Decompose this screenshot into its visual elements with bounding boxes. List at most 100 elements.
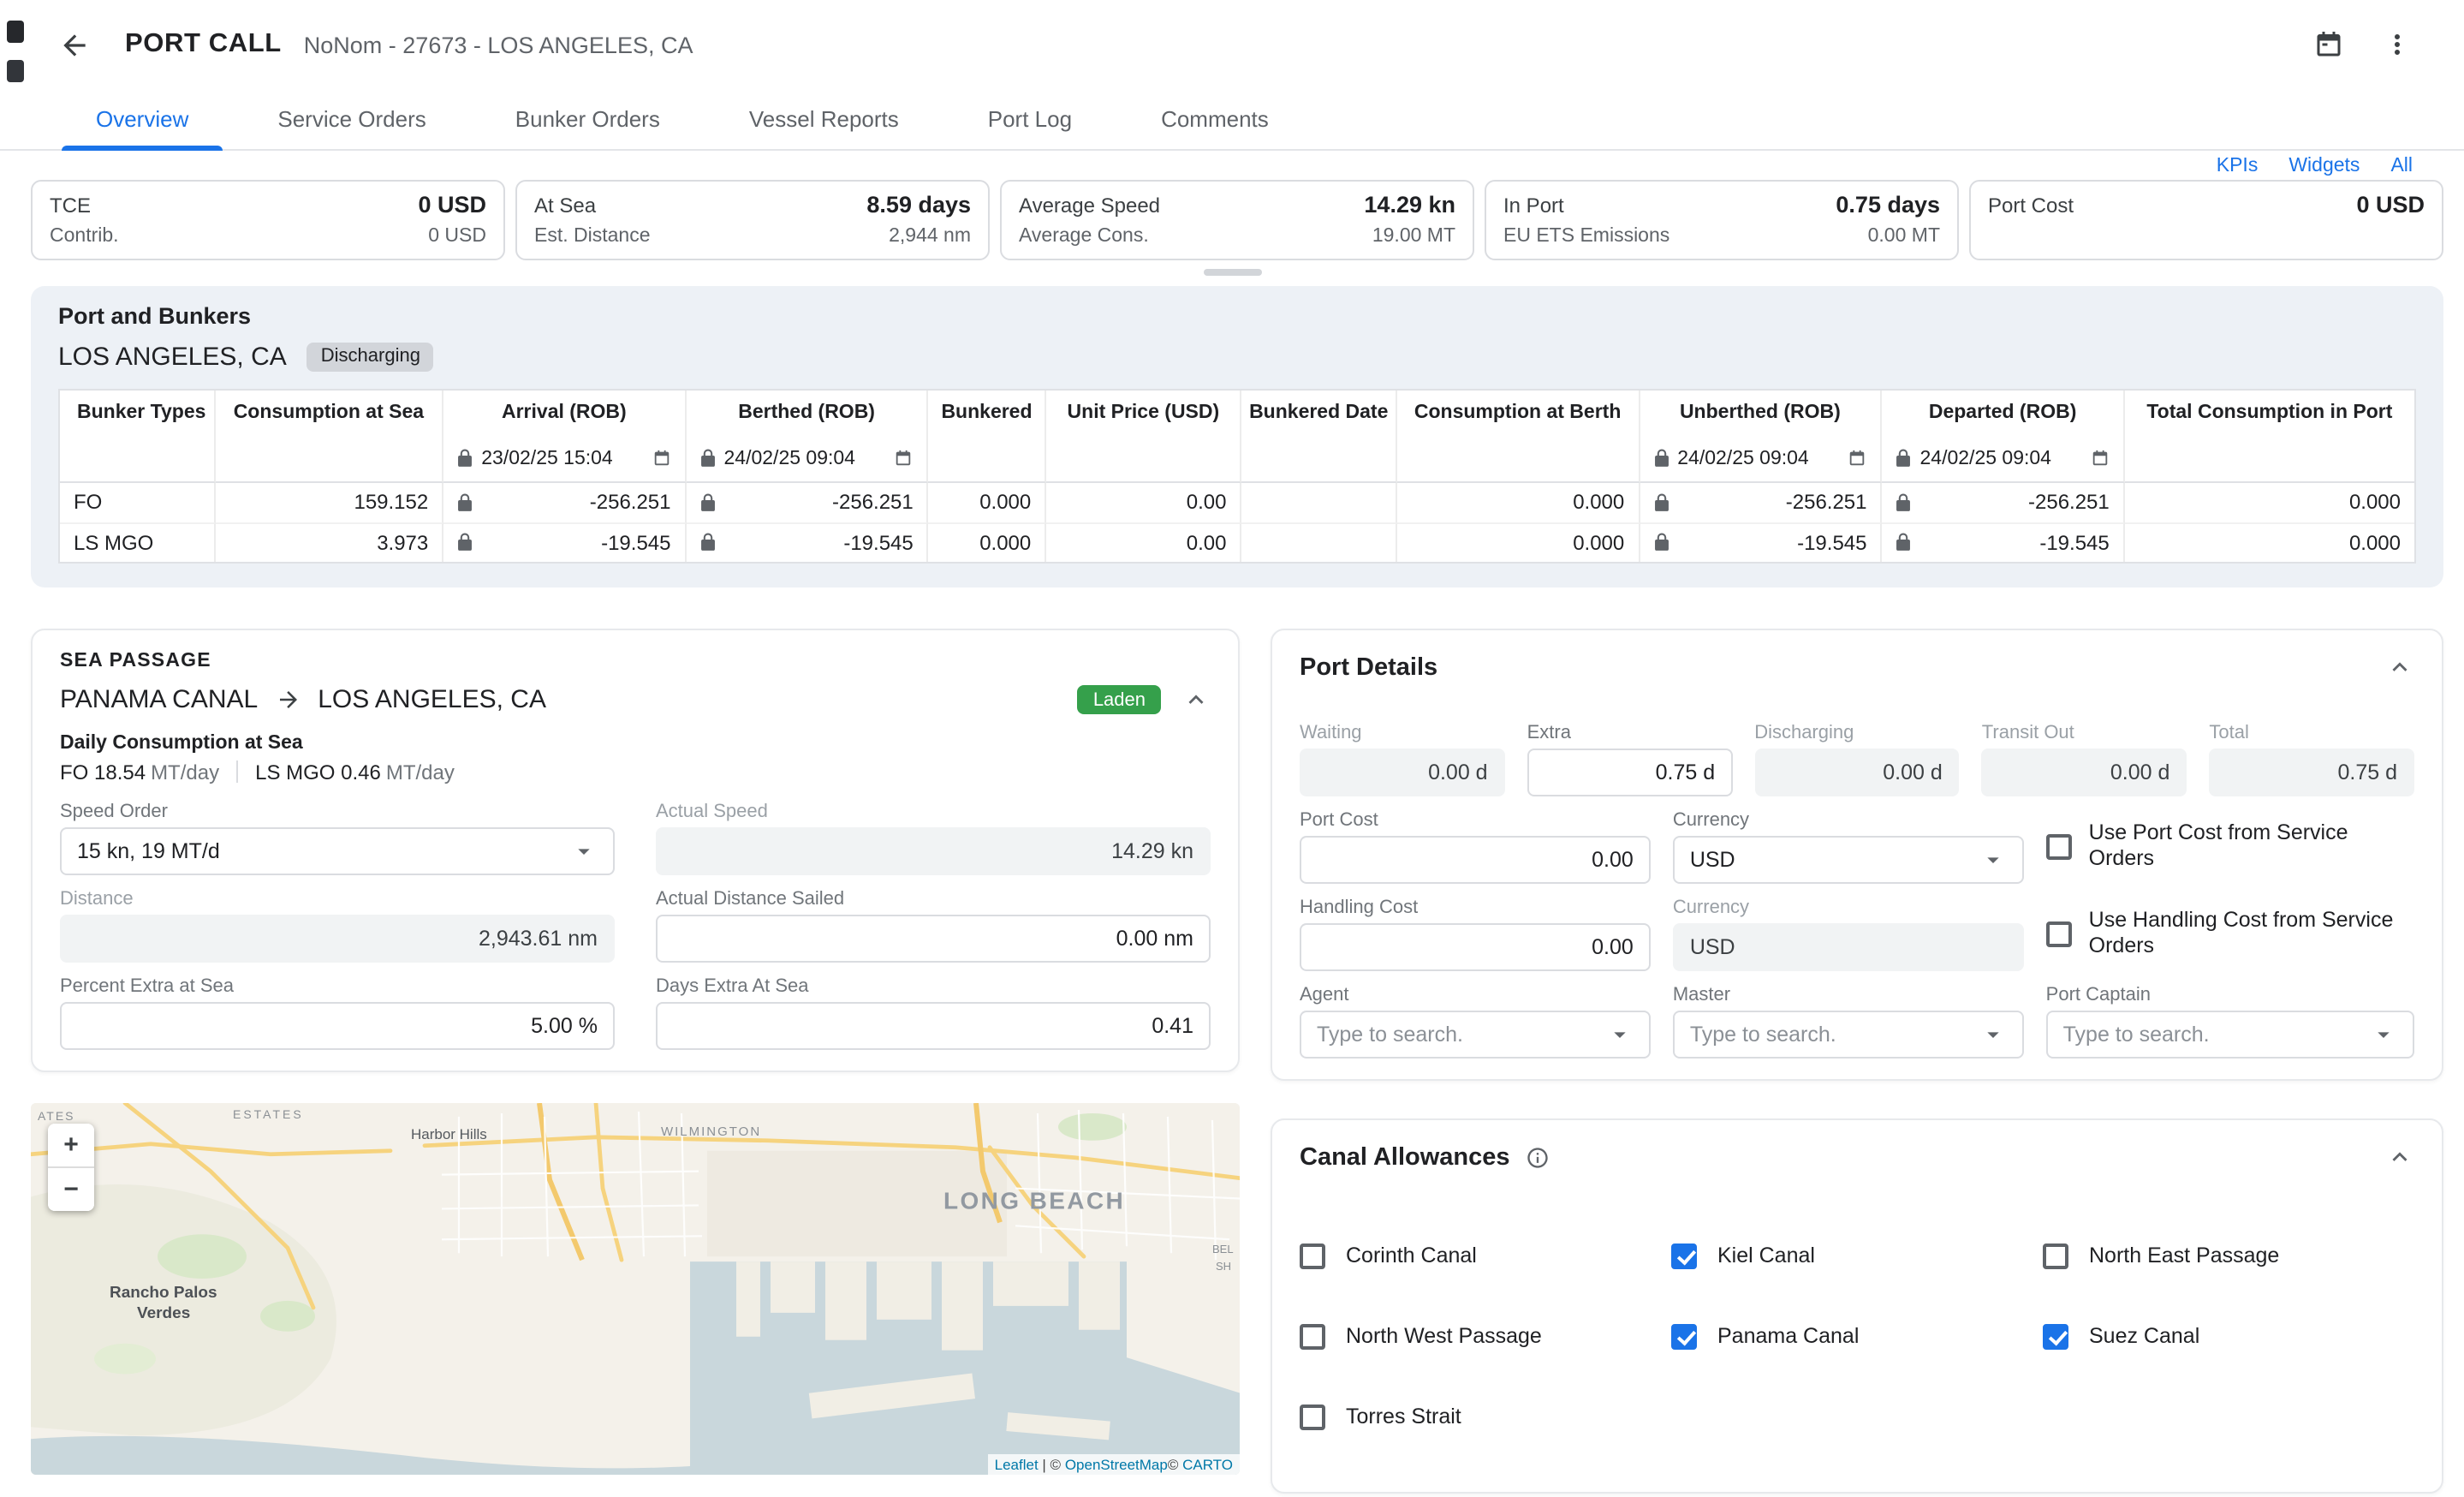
info-icon[interactable] bbox=[1526, 1146, 1550, 1170]
tab-comments[interactable]: Comments bbox=[1116, 89, 1313, 149]
checkbox-north-west-passage[interactable]: North West Passage bbox=[1300, 1324, 1671, 1350]
lock-icon bbox=[1896, 450, 1912, 468]
link-all[interactable]: All bbox=[2390, 156, 2413, 176]
map-zoom-control: + − bbox=[48, 1124, 94, 1211]
map-label-estates-left: ATES bbox=[38, 1109, 74, 1123]
tab-service-orders[interactable]: Service Orders bbox=[233, 89, 470, 149]
col-bunker-types: Bunker Types bbox=[60, 391, 216, 437]
zoom-out-button[interactable]: − bbox=[48, 1168, 94, 1211]
sea-passage-card: SEA PASSAGE PANAMA CANAL LOS ANGELES, CA… bbox=[31, 629, 1240, 1072]
berthed-datetime-field[interactable]: 24/02/25 09:04 bbox=[687, 437, 929, 483]
link-kpis[interactable]: KPIs bbox=[2217, 156, 2259, 176]
checkbox-torres-strait[interactable]: Torres Strait bbox=[1300, 1405, 1671, 1430]
col-bunkered: Bunkered bbox=[929, 391, 1047, 437]
carto-link[interactable]: CARTO bbox=[1182, 1456, 1233, 1473]
actual-speed-input: 14.29 kn bbox=[656, 827, 1211, 875]
unberthed-datetime-field[interactable]: 24/02/25 09:04 bbox=[1640, 437, 1882, 483]
bunker-row-lsmgo-type: LS MGO bbox=[60, 522, 216, 562]
kpi-card-at-sea: At Sea8.59 days Est. Distance2,944 nm bbox=[515, 180, 990, 260]
transit-out-field: Transit Out 0.00 d bbox=[1982, 723, 2187, 796]
actual-distance-sailed-input[interactable]: 0.00 nm bbox=[656, 915, 1211, 963]
zoom-in-button[interactable]: + bbox=[48, 1124, 94, 1166]
header: PORT CALL NoNom - 27673 - LOS ANGELES, C… bbox=[0, 0, 2464, 89]
canal-allowances-card: Canal Allowances Corinth Canal bbox=[1271, 1118, 2443, 1494]
days-extra-at-sea-input[interactable]: 0.41 bbox=[656, 1002, 1211, 1050]
checkbox-icon[interactable] bbox=[1671, 1324, 1697, 1350]
laden-badge: Laden bbox=[1078, 686, 1161, 715]
map-canvas[interactable]: ATES ESTATES Harbor Hills WILMINGTON LON… bbox=[31, 1103, 1240, 1475]
departed-datetime-field[interactable]: 24/02/25 09:04 bbox=[1883, 437, 2125, 483]
checkbox-kiel-canal[interactable]: Kiel Canal bbox=[1671, 1244, 2043, 1269]
handling-currency-field: Currency USD bbox=[1673, 898, 2024, 971]
checkbox-icon[interactable] bbox=[1300, 1324, 1325, 1350]
agent-select[interactable]: Type to search. bbox=[1300, 1011, 1651, 1059]
kpi-card-tce: TCE0 USD Contrib.0 USD bbox=[31, 180, 505, 260]
map-label-long-beach: LONG BEACH bbox=[943, 1187, 1125, 1214]
port-captain-field: Port Captain Type to search. bbox=[2046, 985, 2414, 1059]
calendar-icon bbox=[652, 450, 671, 468]
percent-extra-at-sea-input[interactable]: 5.00 % bbox=[60, 1002, 615, 1050]
checkbox-icon[interactable] bbox=[2043, 1244, 2068, 1269]
checkbox-icon[interactable] bbox=[1300, 1405, 1325, 1430]
edge-icon-2[interactable] bbox=[7, 60, 24, 82]
link-widgets[interactable]: Widgets bbox=[2288, 156, 2360, 176]
port-and-bunkers-panel: Port and Bunkers LOS ANGELES, CA Dischar… bbox=[31, 286, 2443, 587]
handling-currency-input: USD bbox=[1673, 923, 2024, 971]
use-port-cost-checkbox-row[interactable]: Use Port Cost from Service Orders bbox=[2046, 820, 2414, 874]
discharging-field: Discharging 0.00 d bbox=[1754, 723, 1960, 796]
checkbox-icon[interactable] bbox=[1300, 1244, 1325, 1269]
checkbox-suez-canal[interactable]: Suez Canal bbox=[2043, 1324, 2414, 1350]
canal-checkbox-grid: Corinth Canal Kiel Canal North East Pass… bbox=[1300, 1244, 2414, 1430]
more-menu-icon[interactable] bbox=[2375, 22, 2419, 67]
back-button[interactable] bbox=[51, 21, 98, 68]
arrival-datetime-field[interactable]: 23/02/25 15:04 bbox=[443, 437, 686, 483]
handling-cost-field: Handling Cost 0.00 bbox=[1300, 898, 1651, 971]
port-and-bunkers-title: Port and Bunkers bbox=[58, 303, 2416, 329]
lock-icon bbox=[1896, 493, 1912, 512]
distance-input: 2,943.61 nm bbox=[60, 915, 615, 963]
speed-order-select[interactable]: 15 kn, 19 MT/d bbox=[60, 827, 615, 875]
calendar-icon[interactable] bbox=[2306, 22, 2351, 67]
collapse-chevron-icon[interactable] bbox=[1181, 686, 1211, 715]
checkbox-icon[interactable] bbox=[1671, 1244, 1697, 1269]
checkbox-north-east-passage[interactable]: North East Passage bbox=[2043, 1244, 2414, 1269]
extra-input[interactable]: 0.75 d bbox=[1527, 748, 1733, 796]
osm-link[interactable]: OpenStreetMap bbox=[1065, 1456, 1168, 1473]
use-handling-cost-checkbox[interactable] bbox=[2046, 921, 2072, 947]
kpi-panel-resize-handle[interactable] bbox=[1203, 269, 1261, 276]
port-captain-select[interactable]: Type to search. bbox=[2046, 1011, 2414, 1059]
col-total-consumption: Total Consumption in Port bbox=[2125, 391, 2414, 437]
checkbox-corinth-canal[interactable]: Corinth Canal bbox=[1300, 1244, 1671, 1269]
checkbox-icon[interactable] bbox=[2043, 1324, 2068, 1350]
use-port-cost-checkbox[interactable] bbox=[2046, 834, 2072, 860]
map-label-bel: BEL bbox=[1212, 1243, 1234, 1255]
actual-speed-field: Actual Speed 14.29 kn bbox=[656, 802, 1211, 875]
master-select[interactable]: Type to search. bbox=[1673, 1011, 2024, 1059]
map-attribution: Leaflet | © OpenStreetMap© CARTO bbox=[988, 1454, 1240, 1475]
calendar-icon bbox=[895, 450, 914, 468]
tab-overview[interactable]: Overview bbox=[51, 89, 233, 149]
collapse-chevron-icon[interactable] bbox=[2385, 653, 2414, 683]
map-label-wilmington: WILMINGTON bbox=[661, 1124, 761, 1139]
tab-vessel-reports[interactable]: Vessel Reports bbox=[705, 89, 943, 149]
map[interactable]: ATES ESTATES Harbor Hills WILMINGTON LON… bbox=[31, 1103, 1240, 1475]
percent-extra-at-sea-field: Percent Extra at Sea 5.00 % bbox=[60, 976, 615, 1050]
page-subtitle: NoNom - 27673 - LOS ANGELES, CA bbox=[304, 32, 693, 57]
tab-bunker-orders[interactable]: Bunker Orders bbox=[471, 89, 705, 149]
page-title: PORT CALL bbox=[125, 29, 282, 60]
port-cost-input[interactable]: 0.00 bbox=[1300, 836, 1651, 884]
tab-port-log[interactable]: Port Log bbox=[943, 89, 1116, 149]
port-cost-currency-select[interactable]: USD bbox=[1673, 836, 2024, 884]
route-arrow-icon bbox=[275, 688, 301, 713]
map-label-rancho-1: Rancho Palos bbox=[110, 1284, 217, 1302]
map-label-harbor-hills: Harbor Hills bbox=[411, 1126, 487, 1142]
edge-icon-1[interactable] bbox=[7, 21, 24, 43]
kpi-card-average-speed: Average Speed14.29 kn Average Cons.19.00… bbox=[1000, 180, 1474, 260]
chevron-down-icon bbox=[1606, 1021, 1634, 1048]
discharging-badge: Discharging bbox=[307, 343, 434, 372]
handling-cost-input[interactable]: 0.00 bbox=[1300, 923, 1651, 971]
checkbox-panama-canal[interactable]: Panama Canal bbox=[1671, 1324, 2043, 1350]
use-handling-cost-checkbox-row[interactable]: Use Handling Cost from Service Orders bbox=[2046, 908, 2414, 962]
leaflet-link[interactable]: Leaflet bbox=[995, 1456, 1039, 1473]
collapse-chevron-icon[interactable] bbox=[2385, 1143, 2414, 1172]
